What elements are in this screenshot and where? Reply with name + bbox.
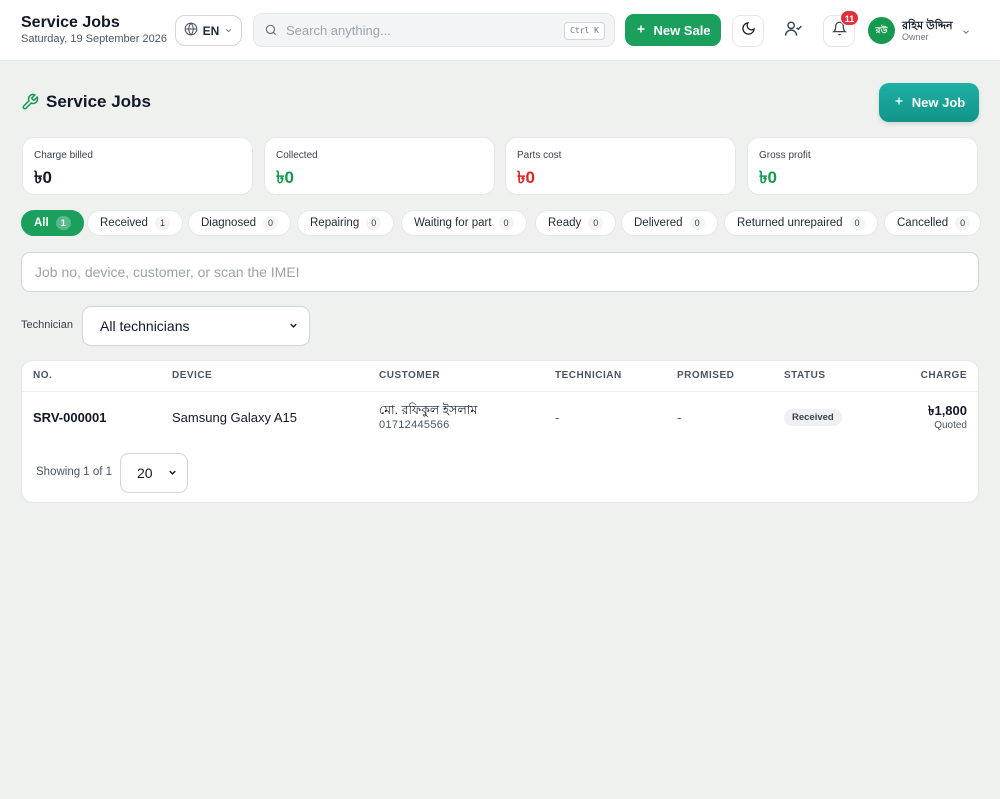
filter-received[interactable]: Received 1 (87, 210, 183, 236)
filter-ready[interactable]: Ready 0 (535, 210, 617, 236)
filter-waiting-for-part[interactable]: Waiting for part 0 (401, 210, 527, 236)
user-role: Owner (902, 32, 929, 42)
app-title: Service Jobs (21, 14, 120, 31)
stat-card-parts-cost: Parts cost ৳0 (505, 137, 736, 195)
user-check-icon (784, 19, 803, 43)
filter-label: Cancelled (897, 217, 949, 229)
technician-filter-label: Technician (21, 319, 73, 331)
moon-icon (741, 21, 756, 41)
technician-selected-value: All technicians (100, 318, 190, 334)
filter-label: All (34, 217, 49, 229)
filter-diagnosed[interactable]: Diagnosed 0 (188, 210, 291, 236)
filter-returned-unrepaired[interactable]: Returned unrepaired 0 (724, 210, 878, 236)
stat-value: ৳0 (276, 168, 294, 187)
language-switcher[interactable]: EN (175, 15, 242, 46)
search-shortcut: Ctrl K (564, 22, 605, 40)
filter-delivered[interactable]: Delivered 0 (621, 210, 718, 236)
new-job-button[interactable]: New Job (879, 83, 979, 122)
column-header-no: NO. (33, 370, 53, 381)
column-header-technician: TECHNICIAN (555, 370, 622, 381)
job-number[interactable]: SRV-000001 (33, 410, 107, 425)
job-charge-note: Quoted (934, 420, 967, 431)
job-technician: - (555, 410, 560, 425)
pagination-summary: Showing 1 of 1 (36, 466, 113, 478)
chevron-down-icon (167, 465, 178, 481)
filter-count: 1 (55, 216, 71, 230)
job-search-input[interactable] (21, 252, 979, 292)
filter-label: Delivered (634, 217, 683, 229)
page-size-select[interactable]: 20 (120, 453, 188, 493)
current-date: Saturday, 19 September 2026 (21, 33, 167, 45)
globe-icon (184, 22, 198, 39)
stat-card-collected: Collected ৳0 (264, 137, 495, 195)
search-placeholder: Search anything... (286, 23, 391, 38)
stat-label: Parts cost (517, 150, 562, 161)
filter-repairing[interactable]: Repairing 0 (297, 210, 395, 236)
stat-label: Collected (276, 150, 318, 161)
chevron-down-icon[interactable] (961, 24, 971, 42)
page-title: Service Jobs (46, 92, 151, 111)
global-search[interactable]: Search anything... Ctrl K (253, 13, 615, 47)
filter-count: 1 (154, 216, 170, 230)
avatar[interactable]: রউ (868, 17, 895, 44)
column-header-customer: CUSTOMER (379, 370, 441, 381)
status-badge: Received (784, 409, 842, 426)
filter-count: 0 (849, 216, 865, 230)
search-icon (264, 23, 278, 42)
filter-cancelled[interactable]: Cancelled 0 (884, 210, 982, 236)
notification-count-badge: 11 (840, 10, 859, 26)
page-size-value: 20 (137, 465, 153, 481)
stat-card-charge-billed: Charge billed ৳0 (22, 137, 253, 195)
filter-count: 0 (262, 216, 278, 230)
filter-label: Diagnosed (201, 217, 256, 229)
filter-all[interactable]: All 1 (21, 210, 84, 236)
top-bar: Service Jobs Saturday, 19 September 2026… (0, 0, 1000, 61)
chevron-down-icon (288, 318, 299, 334)
wrench-icon (21, 93, 39, 116)
technician-select[interactable]: All technicians (82, 306, 310, 346)
filter-label: Received (100, 217, 148, 229)
filter-count: 0 (689, 216, 705, 230)
plus-icon (893, 95, 905, 110)
filter-count: 0 (955, 216, 971, 230)
theme-toggle-button[interactable] (732, 15, 764, 47)
language-code: EN (202, 23, 220, 38)
job-device: Samsung Galaxy A15 (172, 410, 298, 425)
filter-count: 0 (498, 216, 514, 230)
filter-label: Repairing (310, 217, 360, 229)
stat-value: ৳0 (759, 168, 777, 187)
stat-value: ৳0 (34, 168, 52, 187)
filter-count: 0 (588, 216, 604, 230)
stat-label: Gross profit (759, 150, 811, 161)
chevron-down-icon (224, 24, 233, 38)
filter-label: Waiting for part (414, 217, 492, 229)
column-header-promised: PROMISED (677, 370, 735, 381)
filter-count: 0 (366, 216, 382, 230)
user-switch-button[interactable] (781, 19, 805, 43)
stat-label: Charge billed (34, 150, 93, 161)
new-job-label: New Job (911, 95, 966, 110)
column-header-device: DEVICE (172, 370, 213, 381)
new-sale-label: New Sale (653, 22, 711, 38)
stat-value: ৳0 (517, 168, 535, 187)
column-header-charge: CHARGE (920, 370, 967, 381)
filter-label: Returned unrepaired (737, 217, 843, 229)
table-header-divider (22, 391, 978, 392)
column-header-status: STATUS (784, 370, 826, 381)
new-sale-button[interactable]: New Sale (625, 14, 721, 46)
customer-phone: 01712445566 (379, 419, 450, 431)
job-promised: - (677, 410, 682, 425)
stat-card-gross-profit: Gross profit ৳0 (747, 137, 978, 195)
filter-label: Ready (548, 217, 582, 229)
plus-icon (635, 23, 647, 38)
